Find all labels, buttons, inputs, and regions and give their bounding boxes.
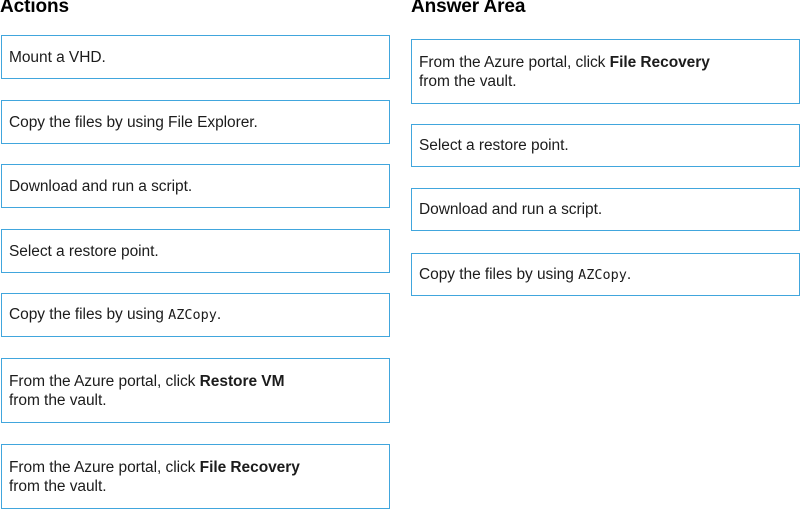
action-item[interactable]: Mount a VHD.: [1, 35, 390, 79]
action-item[interactable]: Download and run a script.: [1, 164, 390, 208]
answer-item[interactable]: Copy the files by using AZCopy.: [411, 253, 800, 296]
action-item[interactable]: Select a restore point.: [1, 229, 390, 273]
label-code: AZCopy: [168, 307, 217, 323]
label-text: From the Azure portal, click: [419, 53, 610, 71]
label-text: Mount a VHD.: [9, 48, 106, 66]
label-emphasis: Restore VM: [199, 372, 285, 390]
answer-item-label: From the Azure portal, click File Recove…: [412, 53, 717, 91]
action-item-label: Select a restore point.: [2, 242, 166, 261]
label-text: From the Azure portal, click: [9, 458, 200, 476]
question-canvas: Actions Answer Area Mount a VHD. Copy the…: [0, 0, 801, 511]
label-text: Select a restore point.: [419, 137, 569, 154]
action-item[interactable]: Copy the files by using File Explorer.: [1, 100, 390, 144]
answer-item[interactable]: Select a restore point.: [411, 124, 800, 167]
answer-item-label: Download and run a script.: [412, 200, 609, 219]
answer-item-label: Copy the files by using AZCopy.: [412, 265, 638, 285]
action-item[interactable]: From the Azure portal, click Restore VM f…: [1, 358, 390, 423]
label-text: Download and run a script.: [419, 201, 603, 218]
label-text-line2: from the vault.: [9, 391, 107, 409]
answer-item[interactable]: From the Azure portal, click File Recove…: [411, 39, 800, 104]
label-text-tail: .: [626, 265, 632, 283]
label-text: Download and run a script.: [9, 177, 193, 195]
label-text: Copy the files by using: [419, 265, 579, 283]
label-text: Select a restore point.: [9, 242, 159, 260]
label-text: From the Azure portal, click: [9, 372, 200, 390]
label-text: Copy the files by using File Explorer.: [9, 113, 258, 131]
action-item-label: Download and run a script.: [2, 177, 199, 196]
answer-area-column-header: Answer Area: [411, 0, 526, 17]
label-text-line2: from the vault.: [419, 72, 517, 90]
label-text-tail: .: [216, 306, 222, 323]
answer-item[interactable]: Download and run a script.: [411, 188, 800, 231]
action-item[interactable]: Copy the files by using AZCopy.: [1, 293, 390, 337]
answer-item-label: Select a restore point.: [412, 136, 576, 155]
actions-column-header: Actions: [0, 0, 69, 17]
label-text: Copy the files by using: [9, 306, 169, 323]
action-item-label: From the Azure portal, click Restore VM f…: [2, 372, 291, 410]
label-code: AZCopy: [578, 266, 627, 283]
label-emphasis: File Recovery: [609, 53, 710, 71]
action-item[interactable]: From the Azure portal, click File Recove…: [1, 444, 390, 509]
action-item-label: From the Azure portal, click File Recove…: [2, 458, 307, 496]
action-item-label: Copy the files by using AZCopy.: [2, 305, 228, 325]
action-item-label: Copy the files by using File Explorer.: [2, 113, 265, 132]
label-text-line2: from the vault.: [9, 477, 107, 495]
label-emphasis: File Recovery: [199, 458, 300, 476]
action-item-label: Mount a VHD.: [2, 48, 113, 67]
